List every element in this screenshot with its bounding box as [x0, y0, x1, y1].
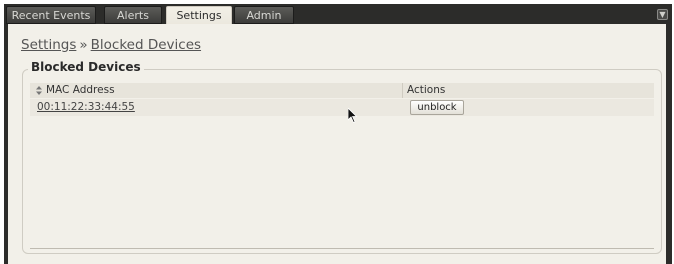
breadcrumb: Settings» Blocked Devices: [21, 37, 201, 53]
breadcrumb-settings-link[interactable]: Settings: [21, 37, 76, 53]
table-header: MAC Address Actions: [30, 83, 654, 98]
mac-address-link[interactable]: 00:11:22:33:44:55: [37, 101, 135, 113]
breadcrumb-separator: »: [79, 37, 88, 53]
table-row: 00:11:22:33:44:55 unblock: [30, 99, 654, 116]
main-content: Settings» Blocked Devices Blocked Devices…: [8, 24, 666, 264]
column-header-mac-address[interactable]: MAC Address: [46, 83, 115, 98]
sort-icon[interactable]: [36, 86, 42, 95]
top-nav: Recent Events Alerts Settings Admin: [6, 6, 668, 26]
tab-recent-events[interactable]: Recent Events: [6, 6, 96, 24]
breadcrumb-current-link[interactable]: Blocked Devices: [91, 37, 201, 53]
tab-admin[interactable]: Admin: [234, 6, 294, 24]
column-divider: [402, 83, 403, 98]
table-bottom-divider: [30, 248, 654, 249]
tab-alerts[interactable]: Alerts: [104, 6, 162, 24]
panel-legend: Blocked Devices: [28, 60, 144, 74]
column-header-actions: Actions: [407, 84, 446, 96]
tab-settings[interactable]: Settings: [166, 6, 232, 26]
mouse-pointer-icon: [348, 108, 358, 124]
chevron-down-icon[interactable]: ▼: [657, 9, 668, 20]
unblock-button[interactable]: unblock: [410, 100, 464, 115]
